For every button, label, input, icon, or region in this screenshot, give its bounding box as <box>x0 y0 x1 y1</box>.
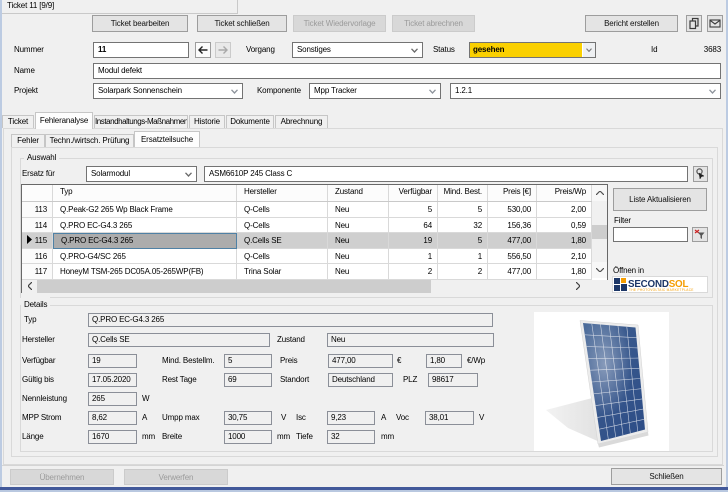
svg-text:THE PHOTOVOLTAIC MARKETPLACE: THE PHOTOVOLTAIC MARKETPLACE <box>629 288 694 292</box>
